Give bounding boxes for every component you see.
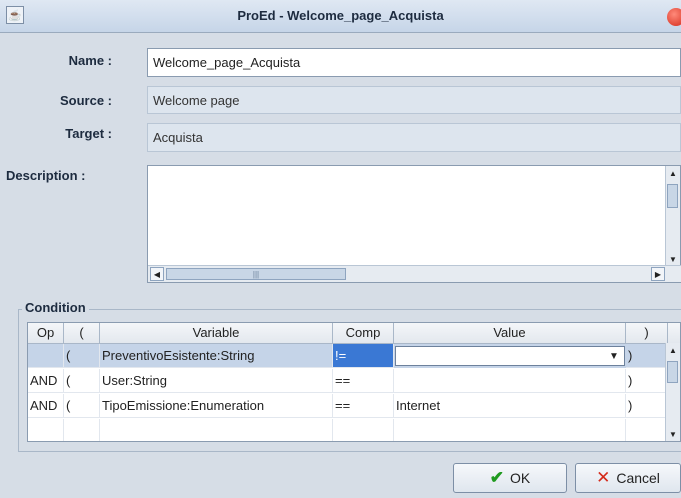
cell-close-paren[interactable]: ) <box>626 344 668 368</box>
cell-value[interactable]: Internet <box>394 394 626 418</box>
cell-open-paren[interactable] <box>64 419 100 441</box>
description-horizontal-scrollbar[interactable]: ◀ ||| ▶ <box>148 265 681 282</box>
title-bar: ☕ ProEd - Welcome_page_Acquista <box>0 0 681 33</box>
cancel-button-label: Cancel <box>616 470 660 486</box>
condition-group-title: Condition <box>22 300 89 315</box>
chevron-down-icon[interactable]: ▼ <box>606 349 622 363</box>
cell-open-paren[interactable]: ( <box>64 369 100 393</box>
window-title: ProEd - Welcome_page_Acquista <box>237 8 444 23</box>
cell-open-paren[interactable]: ( <box>64 344 100 368</box>
checkmark-icon: ✔ <box>489 468 504 487</box>
close-window-icon[interactable] <box>667 8 681 26</box>
cell-comp[interactable]: == <box>333 369 394 393</box>
scroll-thumb[interactable] <box>667 184 678 208</box>
column-header-close-paren[interactable]: ) <box>626 323 668 343</box>
scroll-down-arrow-icon[interactable]: ▼ <box>666 252 680 266</box>
cell-variable[interactable]: User:String <box>100 369 333 393</box>
cell-close-paren[interactable] <box>626 419 668 441</box>
value-dropdown[interactable]: ▼ <box>395 346 625 366</box>
column-header-open-paren[interactable]: ( <box>64 323 100 343</box>
cancel-button[interactable]: ✕ Cancel <box>575 463 681 493</box>
close-x-icon: ✕ <box>596 468 611 487</box>
table-header: Op ( Variable Comp Value ) <box>28 323 680 344</box>
cell-variable[interactable]: PreventivoEsistente:String <box>100 344 333 368</box>
cell-comp[interactable] <box>333 419 394 441</box>
source-field: Welcome page <box>147 86 681 114</box>
condition-table[interactable]: Op ( Variable Comp Value ) ( PreventivoE… <box>27 322 681 442</box>
table-row-empty[interactable] <box>28 419 668 441</box>
scroll-thumb[interactable] <box>667 361 678 383</box>
scroll-up-arrow-icon[interactable]: ▲ <box>666 166 680 180</box>
column-header-value[interactable]: Value <box>394 323 626 343</box>
ok-button-label: OK <box>510 470 531 486</box>
description-textarea[interactable]: ▲ ▼ ◀ ||| ▶ <box>147 165 681 283</box>
cell-comp[interactable]: == <box>333 394 394 418</box>
cell-open-paren[interactable]: ( <box>64 394 100 418</box>
cell-comp[interactable]: != <box>333 344 394 368</box>
table-row[interactable]: ( PreventivoEsistente:String != ▼ ) <box>28 344 668 368</box>
table-row[interactable]: AND ( User:String == ) <box>28 369 668 393</box>
name-field[interactable]: Welcome_page_Acquista <box>147 48 681 77</box>
description-vertical-scrollbar[interactable]: ▲ ▼ <box>665 166 680 266</box>
cell-value[interactable] <box>394 419 626 441</box>
description-label: Description : <box>6 168 86 183</box>
table-row[interactable]: AND ( TipoEmissione:Enumeration == Inter… <box>28 394 668 418</box>
column-header-op[interactable]: Op <box>28 323 64 343</box>
cell-op[interactable]: AND <box>28 369 64 393</box>
cell-variable[interactable] <box>100 419 333 441</box>
cell-value[interactable] <box>394 369 626 393</box>
target-label: Target : <box>65 126 112 141</box>
scroll-left-arrow-icon[interactable]: ◀ <box>150 267 164 281</box>
description-text <box>148 166 680 172</box>
cell-close-paren[interactable]: ) <box>626 369 668 393</box>
table-vertical-scrollbar[interactable]: ▲ ▼ <box>665 343 680 441</box>
horizontal-scroll-thumb[interactable]: ||| <box>166 268 346 280</box>
scroll-down-arrow-icon[interactable]: ▼ <box>666 427 680 441</box>
name-label: Name : <box>68 53 112 68</box>
cell-op[interactable] <box>28 344 64 368</box>
scroll-up-arrow-icon[interactable]: ▲ <box>666 343 680 357</box>
cell-close-paren[interactable]: ) <box>626 394 668 418</box>
cell-variable[interactable]: TipoEmissione:Enumeration <box>100 394 333 418</box>
cell-op[interactable]: AND <box>28 394 64 418</box>
ok-button[interactable]: ✔ OK <box>453 463 567 493</box>
source-label: Source : <box>59 93 112 108</box>
cell-op[interactable] <box>28 419 64 441</box>
column-header-comp[interactable]: Comp <box>333 323 394 343</box>
scroll-right-arrow-icon[interactable]: ▶ <box>651 267 665 281</box>
column-header-variable[interactable]: Variable <box>100 323 333 343</box>
target-field: Acquista <box>147 123 681 152</box>
